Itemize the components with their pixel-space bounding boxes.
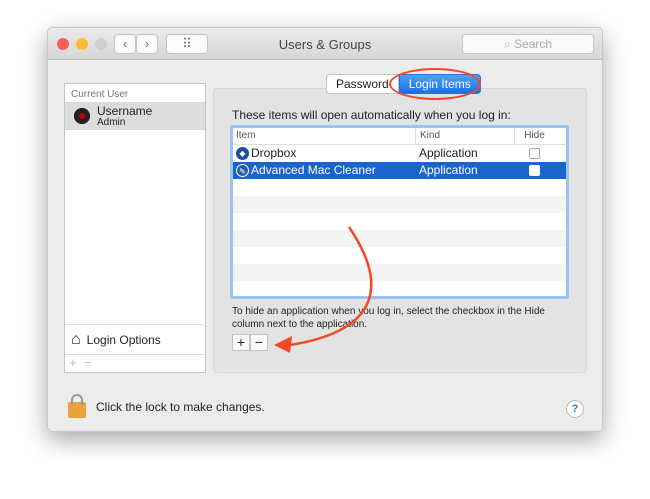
- sidebar-buttons: + −: [65, 354, 205, 372]
- lock-row: Click the lock to make changes.: [68, 394, 265, 418]
- search-input[interactable]: ⌕ Search: [462, 34, 594, 54]
- search-placeholder: Search: [514, 37, 553, 51]
- login-options-label: Login Options: [86, 332, 161, 347]
- dropbox-icon: ◆: [236, 147, 249, 160]
- empty-row: [233, 179, 566, 196]
- annotation-circle: [389, 68, 481, 100]
- empty-row: [233, 196, 566, 213]
- empty-row: [233, 264, 566, 281]
- advanced-mac-cleaner-icon: ✎: [236, 164, 249, 177]
- hide-checkbox[interactable]: [528, 148, 540, 159]
- column-item[interactable]: Item: [233, 128, 415, 144]
- search-icon: ⌕: [503, 37, 515, 51]
- tab-password[interactable]: Password: [326, 74, 399, 94]
- login-options-item[interactable]: ⌂ Login Options: [65, 324, 205, 354]
- table-row[interactable]: ✎ Advanced Mac Cleaner Application: [233, 162, 566, 179]
- hide-checkbox[interactable]: [528, 165, 540, 176]
- empty-row: [233, 213, 566, 230]
- login-items-table: Item Kind Hide ◆ Dropbox Application ✎ Adv…: [230, 125, 569, 299]
- item-kind: Application: [419, 146, 478, 160]
- add-item-button[interactable]: +: [232, 334, 250, 351]
- user-list: Current User Username Admin ⌂ Login Optio…: [64, 83, 206, 373]
- item-name: Advanced Mac Cleaner: [251, 163, 376, 177]
- empty-row: [233, 230, 566, 247]
- lock-icon[interactable]: [68, 394, 86, 418]
- empty-row: [233, 281, 566, 296]
- lock-text: Click the lock to make changes.: [96, 400, 265, 414]
- user-role: Admin: [97, 117, 126, 128]
- table-header: Item Kind Hide: [233, 128, 566, 145]
- user-item[interactable]: Username Admin: [65, 102, 205, 130]
- remove-item-button[interactable]: −: [250, 334, 268, 351]
- column-kind[interactable]: Kind: [415, 128, 514, 144]
- hint-text: To hide an application when you log in, …: [232, 306, 545, 330]
- avatar: [74, 108, 90, 124]
- item-name: Dropbox: [251, 146, 297, 160]
- item-kind: Application: [419, 163, 478, 177]
- add-remove-buttons: + −: [232, 334, 268, 351]
- intro-text: These items will open automatically when…: [232, 108, 511, 122]
- column-hide[interactable]: Hide: [514, 128, 554, 144]
- add-user-button[interactable]: +: [69, 355, 77, 370]
- help-button[interactable]: ?: [566, 400, 584, 418]
- current-user-header: Current User: [71, 89, 129, 100]
- table-row[interactable]: ◆ Dropbox Application: [233, 145, 566, 162]
- title-bar: ‹ › ⠿ Users & Groups ⌕ Search: [48, 28, 602, 60]
- preferences-window: ‹ › ⠿ Users & Groups ⌕ Search Current Us…: [47, 27, 603, 432]
- remove-user-button[interactable]: −: [84, 355, 92, 370]
- house-icon: ⌂: [71, 330, 81, 348]
- empty-row: [233, 247, 566, 264]
- user-name: Username: [97, 104, 153, 118]
